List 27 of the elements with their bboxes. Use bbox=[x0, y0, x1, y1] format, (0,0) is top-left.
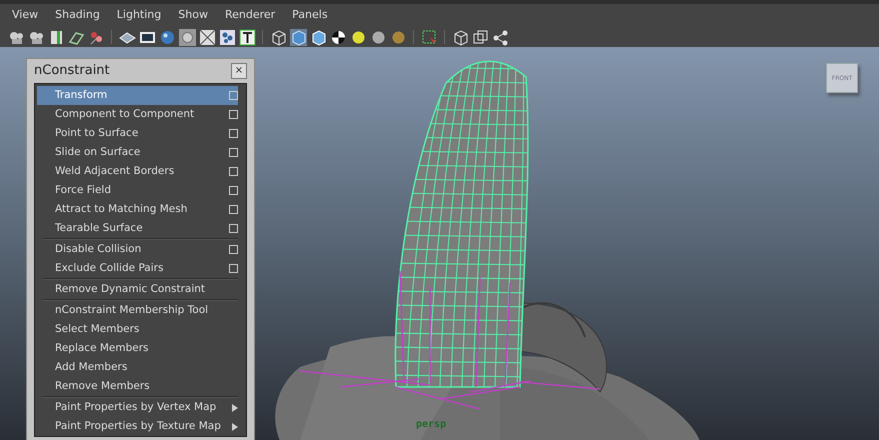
menu-item[interactable]: Replace Members bbox=[37, 339, 238, 358]
menu-item[interactable]: Remove Members bbox=[37, 377, 238, 396]
menu-item[interactable]: Slide on Surface bbox=[37, 143, 238, 162]
menu-item[interactable]: Remove Dynamic Constraint bbox=[37, 280, 238, 299]
menu-item[interactable]: Add Members bbox=[37, 358, 238, 377]
menu-item[interactable]: Transform bbox=[37, 86, 238, 105]
menu-item[interactable]: Renderer bbox=[224, 7, 284, 24]
window-title: nConstraint bbox=[34, 62, 110, 80]
menu-item[interactable]: Select Members bbox=[37, 320, 238, 339]
menu-item[interactable]: Show bbox=[178, 7, 217, 24]
menu-item[interactable]: Paint Properties by Texture Map bbox=[37, 417, 238, 436]
menu-item[interactable]: Weld Adjacent Borders bbox=[37, 162, 238, 181]
menu-item[interactable]: Disable Collision bbox=[37, 240, 238, 259]
menu-item[interactable]: View bbox=[12, 7, 48, 24]
menu-item[interactable]: Point to Surface bbox=[37, 124, 238, 143]
menu-item[interactable]: Attract to Matching Mesh bbox=[37, 200, 238, 219]
menu-item[interactable]: Shading bbox=[55, 7, 109, 24]
menu-item[interactable]: nConstraint Membership Tool bbox=[37, 301, 238, 320]
menu-item[interactable]: Force Field bbox=[37, 181, 238, 200]
menu-item[interactable]: Exclude Collide Pairs bbox=[37, 259, 238, 278]
close-button[interactable]: × bbox=[231, 63, 247, 79]
menu-item[interactable]: Panels bbox=[292, 7, 337, 24]
menu-item[interactable]: Lighting bbox=[116, 7, 170, 24]
camera-label: persp bbox=[416, 418, 446, 432]
menu-item[interactable]: Component to Component bbox=[37, 105, 238, 124]
menu-item[interactable]: Paint Properties by Vertex Map bbox=[37, 398, 238, 417]
menu-item[interactable]: Tearable Surface bbox=[37, 219, 238, 238]
